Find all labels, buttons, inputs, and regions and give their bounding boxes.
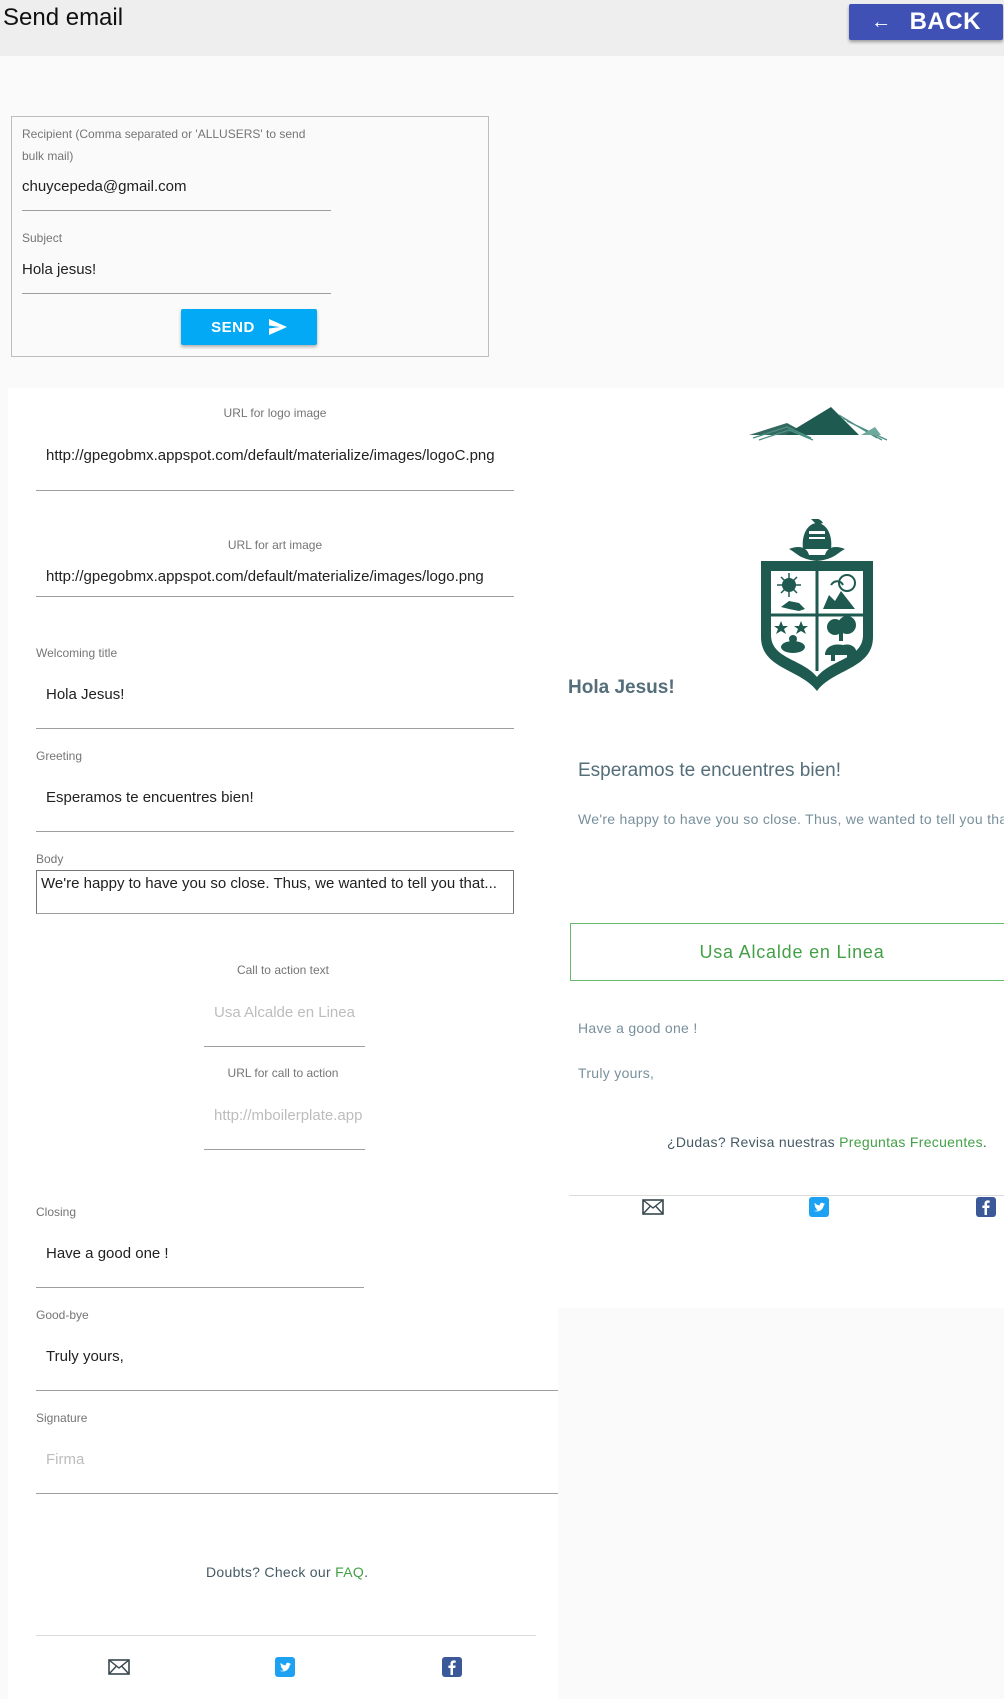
greeting-underline [36,831,514,832]
art-url-label: URL for art image [227,538,323,552]
cta-text-label: Call to action text [236,963,330,977]
arrow-back-icon: ← [871,10,892,33]
recipient-input[interactable]: chuycepeda@gmail.com [22,178,312,195]
preview-body: We're happy to have you so close. Thus, … [578,811,1004,827]
preview-faq-prefix: ¿Dudas? Revisa nuestras [667,1134,840,1150]
art-url-input[interactable]: http://gpegobmx.appspot.com/default/mate… [46,568,514,585]
send-icon [268,319,287,335]
preview-cta-button[interactable]: Usa Alcalde en Linea [570,923,1004,981]
body-textarea[interactable]: We're happy to have you so close. Thus, … [36,870,514,914]
faq-link[interactable]: FAQ [335,1564,364,1580]
facebook-icon[interactable] [442,1657,462,1677]
art-url-underline [36,596,514,597]
preview-greeting: Esperamos te encuentres bien! [578,760,841,781]
cta-text-input[interactable]: Usa Alcalde en Linea [214,1004,363,1021]
mail-icon[interactable] [108,1659,130,1675]
cta-url-label: URL for call to action [227,1066,339,1080]
faq-suffix: . [364,1564,369,1580]
cta-url-underline [204,1149,365,1150]
app-header: Send email ← BACK [0,0,1004,56]
signature-input[interactable]: Firma [46,1451,546,1468]
goodbye-label: Good-bye [36,1308,89,1322]
mountain-logo [749,407,888,441]
logo-url-underline [36,490,514,491]
recipient-underline [22,210,331,211]
signature-underline [36,1493,558,1494]
email-editor: URL for logo image http://gpegobmx.appsp… [8,388,1004,1699]
welcome-label: Welcoming title [36,646,118,660]
mail-icon[interactable] [642,1199,664,1215]
social-divider [36,1635,536,1636]
goodbye-input[interactable]: Truly yours, [46,1348,546,1365]
greeting-input[interactable]: Esperamos te encuentres bien! [46,789,514,806]
greeting-label: Greeting [36,749,83,763]
preview-closing: Have a good one ! [578,1020,698,1036]
subject-label: Subject [22,231,63,245]
goodbye-underline [36,1390,558,1391]
subject-underline [22,293,331,294]
coat-of-arms [761,519,873,691]
closing-underline [36,1287,364,1288]
faq-text: Doubts? Check our FAQ. [206,1564,368,1580]
send-button-label: SEND [211,318,255,336]
welcome-underline [36,728,514,729]
preview-faq-text: ¿Dudas? Revisa nuestras Preguntas Frecue… [667,1134,987,1150]
page-title: Send email [3,4,124,31]
preview-faq-suffix: . [982,1134,988,1150]
preview-social-divider [569,1195,1004,1196]
back-button[interactable]: ← BACK [849,4,1003,40]
preview-goodbye: Truly yours, [578,1065,655,1081]
back-button-label: BACK [909,8,981,35]
logo-url-label: URL for logo image [223,406,327,420]
preview-cta-label: Usa Alcalde en Linea [699,941,885,962]
body-label: Body [36,852,64,866]
twitter-icon[interactable] [275,1657,295,1677]
closing-label: Closing [36,1205,77,1219]
welcome-input[interactable]: Hola Jesus! [46,686,514,703]
cta-text-underline [204,1046,365,1047]
send-form-card: Recipient (Comma separated or 'ALLUSERS'… [11,116,489,357]
recipient-label: Recipient (Comma separated or 'ALLUSERS'… [22,127,306,163]
preview-faq-link[interactable]: Preguntas Frecuentes [839,1134,983,1150]
closing-input[interactable]: Have a good one ! [46,1245,346,1262]
send-button[interactable]: SEND [181,309,317,345]
facebook-icon[interactable] [976,1197,996,1217]
logo-url-input[interactable]: http://gpegobmx.appspot.com/default/mate… [46,447,514,464]
twitter-icon[interactable] [809,1197,829,1217]
signature-label: Signature [36,1411,88,1425]
preview-title: Hola Jesus! [568,677,675,698]
faq-prefix: Doubts? Check our [206,1564,336,1580]
subject-input[interactable]: Hola jesus! [22,261,312,278]
cta-url-input[interactable]: http://mboilerplate.appspot.com [214,1107,363,1124]
